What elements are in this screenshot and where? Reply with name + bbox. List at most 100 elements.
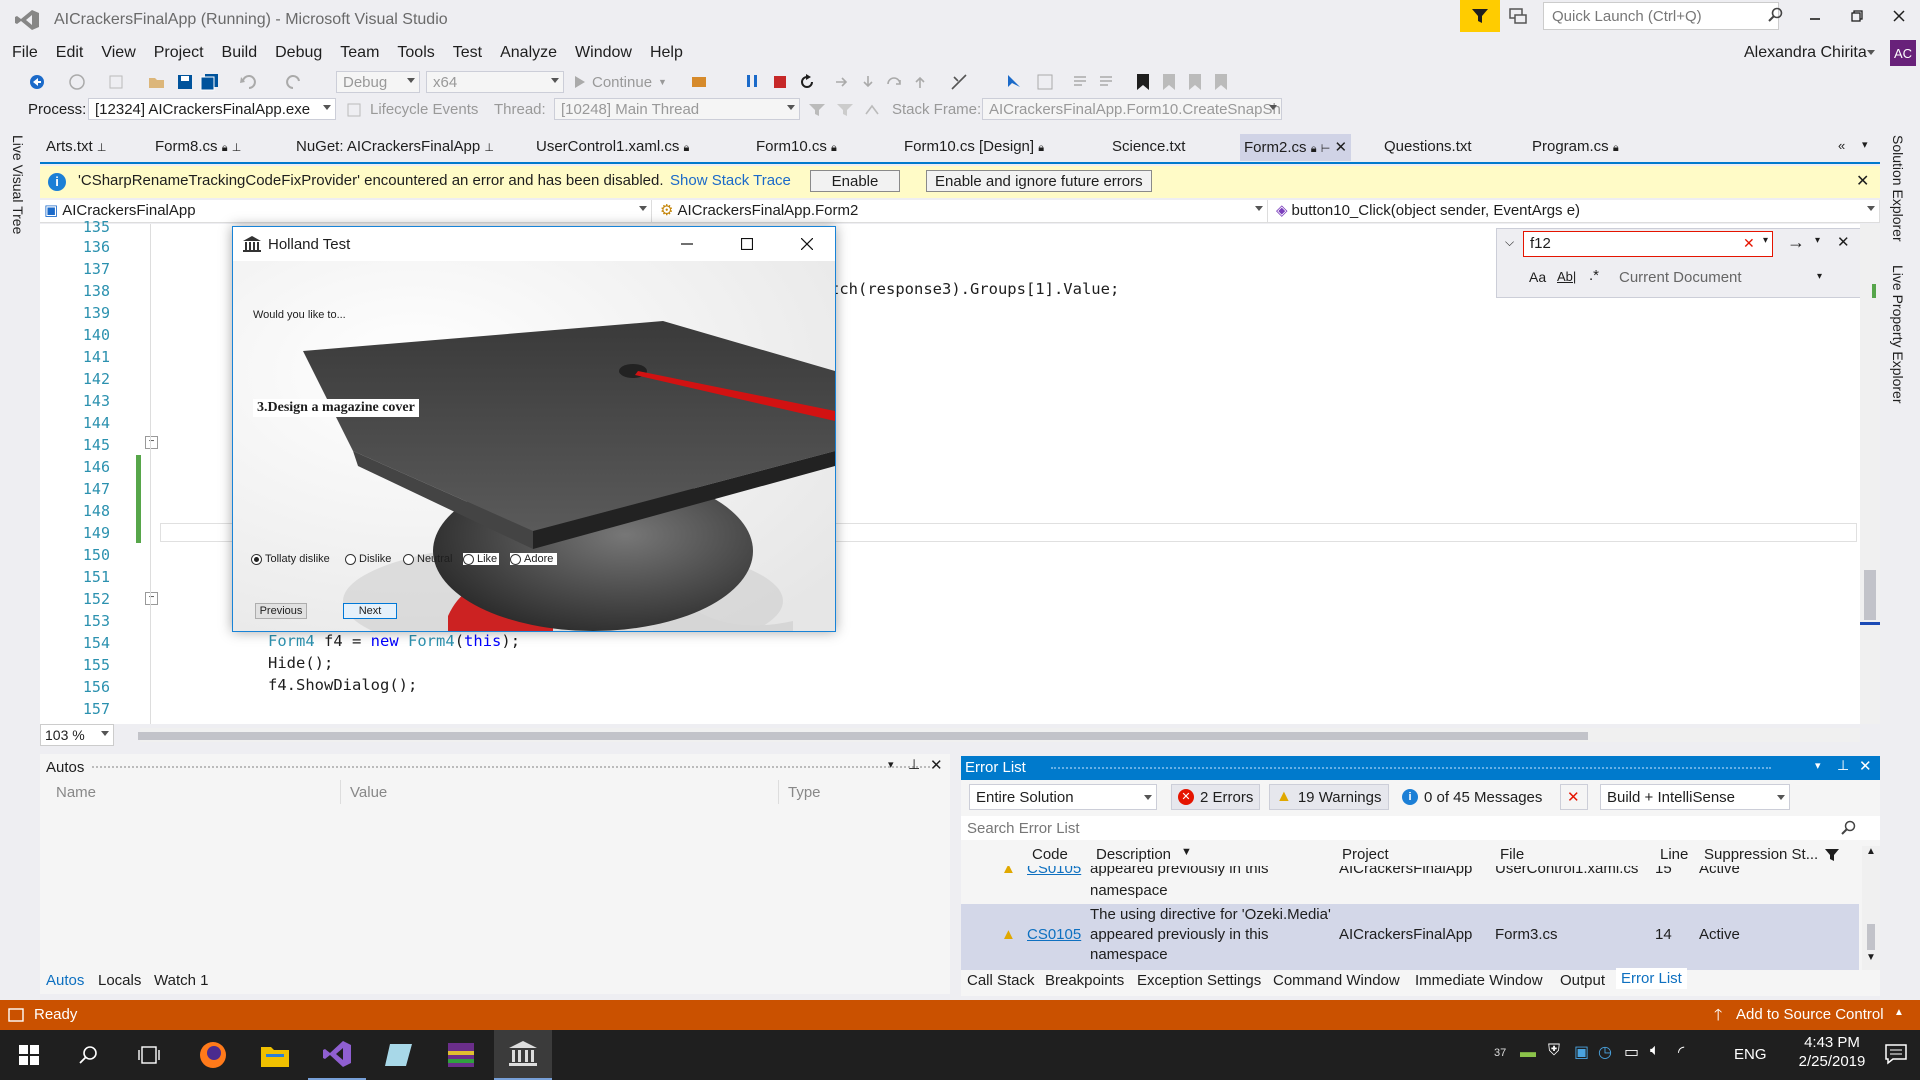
scope-dropdown-icon[interactable]: ▾ [1817, 271, 1822, 282]
scope-select[interactable]: Entire Solution [969, 784, 1157, 810]
menu-help[interactable]: Help [641, 40, 692, 66]
navigate-back-icon[interactable] [28, 73, 46, 91]
pin-icon[interactable]: ⊥ [484, 142, 494, 154]
action-center-button[interactable] [1884, 1042, 1908, 1066]
search-icon[interactable] [1841, 820, 1857, 836]
layout-icon[interactable] [1036, 73, 1054, 91]
minimize-button[interactable] [1794, 0, 1836, 32]
messages-filter-button[interactable]: i 0 of 45 Messages [1395, 784, 1550, 810]
process-select[interactable]: [12324] AICrackersFinalApp.exe [88, 98, 336, 120]
column-name[interactable]: Name [56, 784, 96, 801]
stop-debugging-icon[interactable] [772, 74, 788, 90]
match-case-icon[interactable]: Aa [1529, 269, 1546, 285]
volume-icon[interactable]: 🔈︎ [1650, 1042, 1660, 1060]
configuration-select[interactable]: Debug [336, 71, 420, 93]
dialog-close-icon[interactable] [801, 238, 813, 250]
platform-select[interactable]: x64 [426, 71, 564, 93]
panel-menu-icon[interactable]: ▾ [1815, 759, 1821, 772]
tray-network-app-icon[interactable]: ▣ [1574, 1042, 1589, 1062]
previous-button[interactable]: Previous [255, 603, 307, 619]
tab-usercontrol1[interactable]: UserControl1.xaml.cs 🔒︎ [536, 138, 689, 155]
feedback-icon[interactable] [1508, 6, 1528, 26]
column-type[interactable]: Type [788, 784, 821, 801]
project-dropdown[interactable]: ▣ AICrackersFinalApp [40, 200, 652, 222]
menu-tools[interactable]: Tools [388, 40, 443, 66]
tab-immediate-window[interactable]: Immediate Window [1415, 972, 1543, 989]
taskbar-file-explorer[interactable] [246, 1030, 304, 1080]
close-panel-icon[interactable]: ✕ [1859, 757, 1872, 775]
taskbar-firefox[interactable] [184, 1030, 242, 1080]
tab-form10-cs[interactable]: Form10.cs 🔒︎ [756, 138, 837, 155]
undo-icon[interactable] [240, 73, 258, 91]
taskbar-visual-studio[interactable] [308, 1030, 366, 1080]
uncomment-icon[interactable] [1098, 74, 1114, 90]
show-stack-trace-link[interactable]: Show Stack Trace [670, 172, 791, 189]
tab-overflow-icon[interactable]: ▾ [1862, 138, 1868, 151]
find-next-icon[interactable]: → [1787, 232, 1805, 253]
close-tab-icon[interactable]: ✕ [1334, 139, 1347, 156]
tray-speed-icon[interactable]: ◷ [1598, 1042, 1612, 1062]
search-icon[interactable] [1768, 7, 1784, 23]
tab-questions-txt[interactable]: Questions.txt [1384, 138, 1472, 155]
column-value[interactable]: Value [350, 784, 387, 801]
tab-nuget[interactable]: NuGet: AICrackersFinalApp ⊥ [296, 138, 494, 155]
tab-program-cs[interactable]: Program.cs 🔒︎ [1532, 138, 1619, 155]
step-out-icon[interactable] [912, 74, 928, 90]
taskbar-notes-app[interactable] [370, 1030, 428, 1080]
continue-button[interactable]: Continue ▼ [574, 71, 667, 93]
member-dropdown[interactable]: ◈ button10_Click(object sender, EventArgs… [1272, 200, 1880, 222]
start-button[interactable] [0, 1030, 58, 1080]
menu-window[interactable]: Window [566, 40, 641, 66]
menu-file[interactable]: File [3, 40, 47, 66]
thread-select[interactable]: [10248] Main Thread [554, 98, 800, 120]
scroll-up-icon[interactable]: ▲ [1866, 846, 1876, 857]
class-dropdown[interactable]: ⚙ AICrackersFinalApp.Form2 [656, 200, 1268, 222]
menu-build[interactable]: Build [213, 40, 267, 66]
scroll-down-icon[interactable]: ▼ [1866, 952, 1876, 963]
error-code-link[interactable]: CS0105 [1027, 926, 1081, 943]
show-flagged-icon[interactable] [864, 102, 882, 118]
save-all-icon[interactable] [200, 73, 220, 91]
bookmark-icon[interactable] [1136, 73, 1150, 91]
tab-arts-txt[interactable]: Arts.txt ⊥ [46, 138, 106, 155]
menu-edit[interactable]: Edit [47, 40, 93, 66]
regex-icon[interactable]: .* [1589, 267, 1599, 284]
column-line[interactable]: Line [1660, 846, 1688, 863]
scroll-tabs-icon[interactable]: « [1838, 138, 1845, 153]
column-filter-icon[interactable] [1824, 847, 1840, 863]
close-infobar-icon[interactable]: ✕ [1856, 171, 1869, 191]
drag-handle[interactable] [1051, 767, 1771, 769]
menu-test[interactable]: Test [444, 40, 491, 66]
save-icon[interactable] [176, 73, 194, 91]
find-options-icon[interactable]: ▾ [1815, 235, 1820, 246]
avatar[interactable]: AC [1890, 40, 1916, 66]
tab-science-txt[interactable]: Science.txt [1112, 138, 1185, 155]
stack-frame-select[interactable]: AICrackersFinalApp.Form10.CreateSnapSh [982, 98, 1282, 120]
clock[interactable]: 4:43 PM 2/25/2019 [1782, 1034, 1882, 1070]
navigate-forward-icon[interactable] [68, 73, 86, 91]
warnings-filter-button[interactable]: ▲ 19 Warnings [1269, 784, 1389, 810]
column-file[interactable]: File [1500, 846, 1524, 863]
next-button[interactable]: Next [343, 603, 397, 619]
pin-icon[interactable]: ⊢ [1321, 143, 1331, 155]
collapse-region-icon[interactable]: − [145, 592, 158, 605]
column-description[interactable]: Description [1096, 846, 1171, 863]
option-neutral[interactable]: Neutral [403, 553, 452, 565]
expand-replace-icon[interactable]: ⌵ [1505, 235, 1514, 250]
user-name[interactable]: Alexandra Chirita [1744, 44, 1867, 62]
search-button[interactable] [60, 1030, 118, 1080]
zoom-select[interactable]: 103 % [40, 724, 114, 746]
tab-output[interactable]: Output [1560, 972, 1605, 989]
wifi-icon[interactable]: ◜ [1678, 1042, 1684, 1062]
open-file-icon[interactable] [148, 73, 166, 91]
dialog-maximize-icon[interactable] [741, 238, 753, 250]
enable-button[interactable]: Enable [810, 170, 900, 192]
panel-menu-icon[interactable]: ▾ [888, 758, 894, 771]
error-row[interactable]: ▲ CS0105 appeared previously in this nam… [961, 866, 1859, 904]
add-to-source-control[interactable]: Add to Source Control [1736, 1006, 1884, 1023]
new-project-icon[interactable] [108, 73, 126, 91]
comment-icon[interactable] [1072, 74, 1088, 90]
scroll-thumb[interactable] [1867, 924, 1875, 950]
tab-call-stack[interactable]: Call Stack [967, 972, 1035, 989]
tab-form10-design[interactable]: Form10.cs [Design] 🔒︎ [904, 138, 1044, 155]
